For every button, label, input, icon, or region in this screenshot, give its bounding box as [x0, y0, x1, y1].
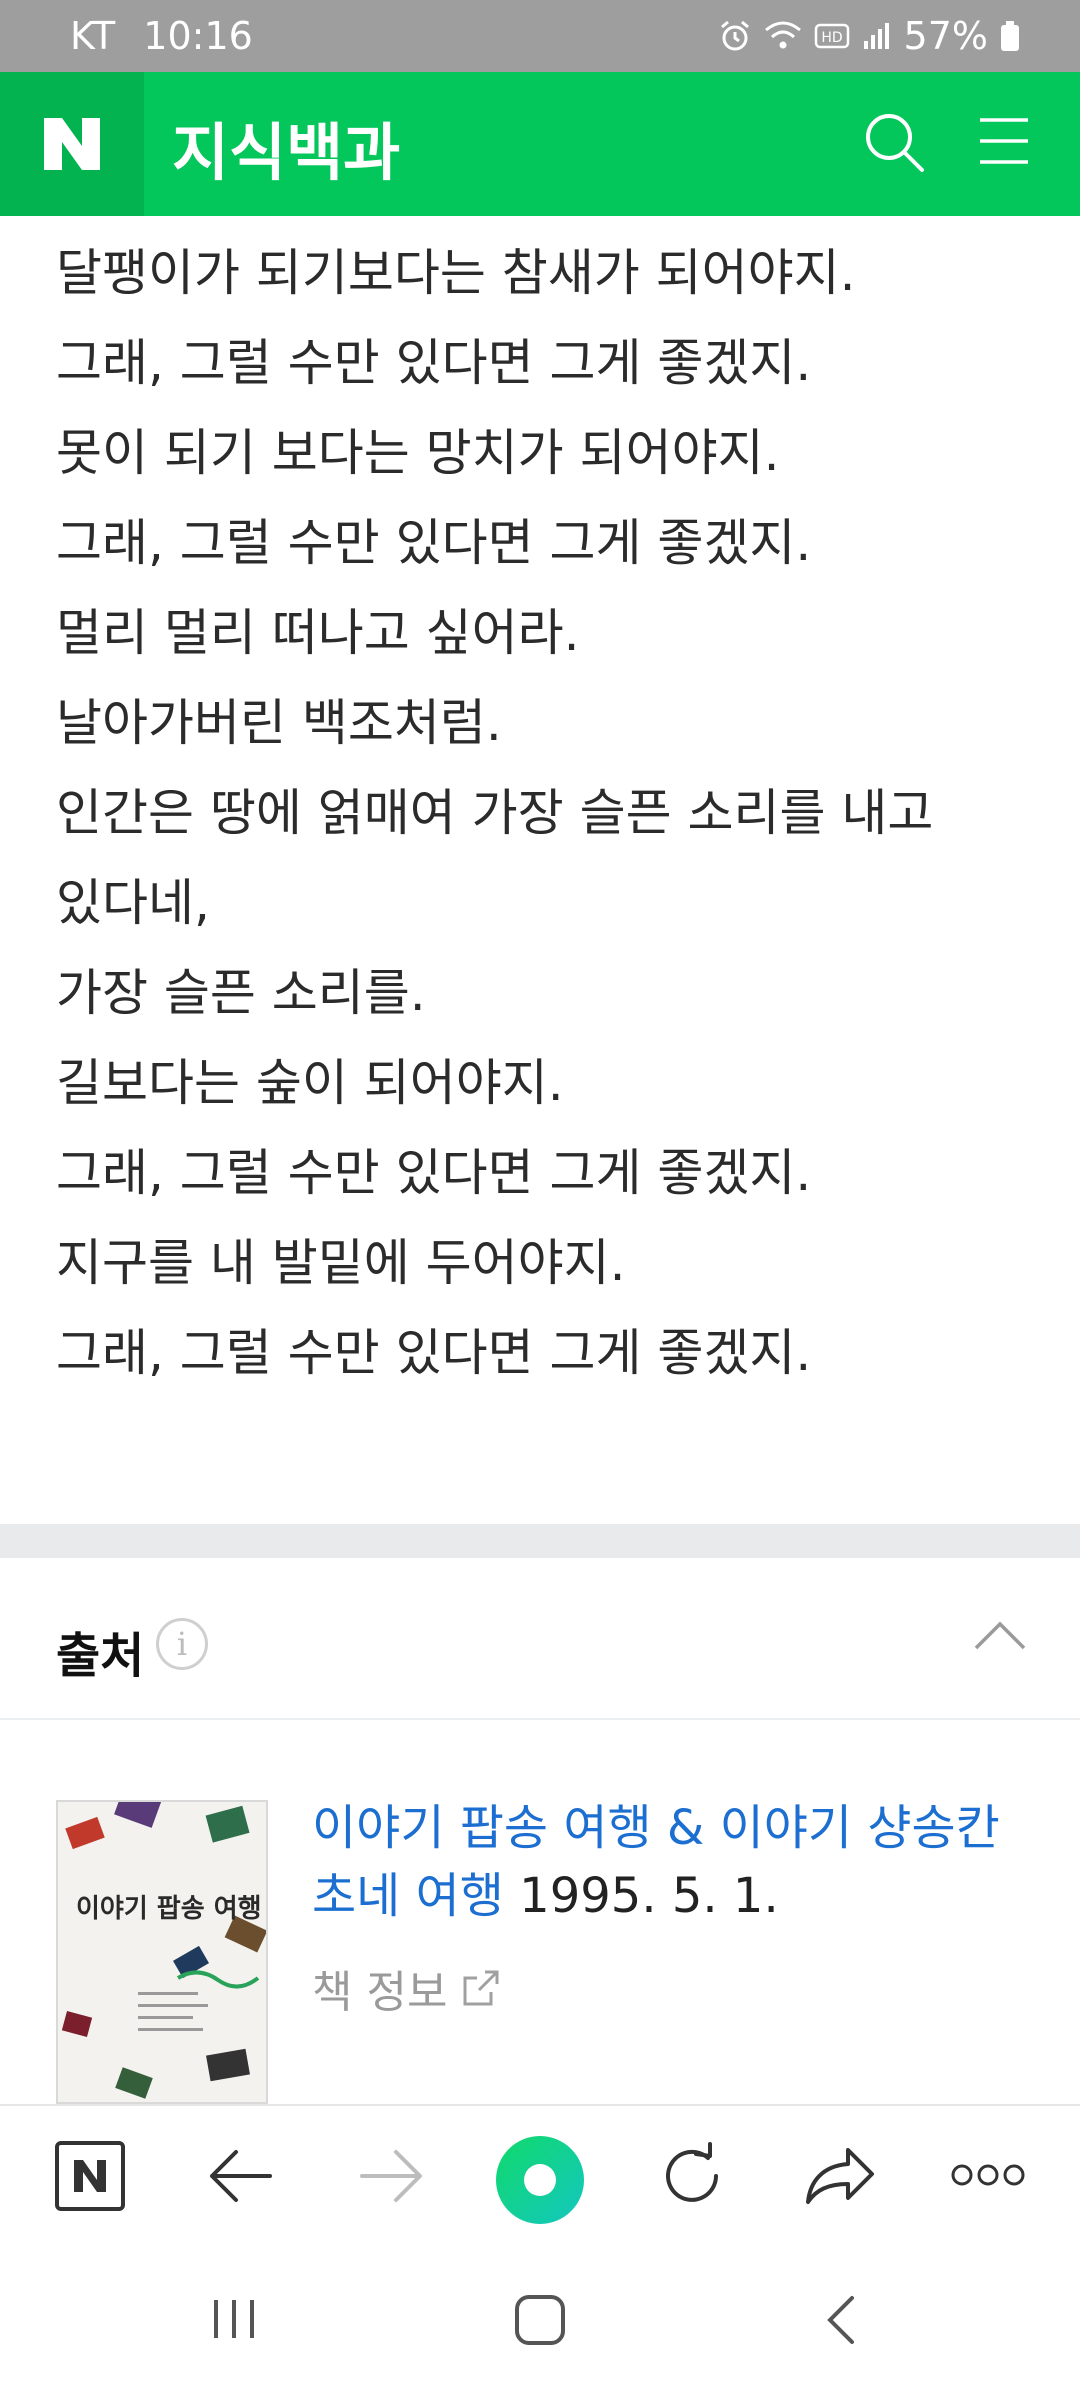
home-nav-button[interactable] [514, 2294, 566, 2350]
page-title[interactable]: 지식백과 [172, 102, 400, 192]
back-button[interactable] [206, 2140, 276, 2216]
share-icon [806, 2148, 874, 2204]
refresh-icon [666, 2142, 718, 2202]
app-header: 지식백과 [0, 72, 1080, 216]
lyrics-line: 멀리 멀리 떠나고 싶어라. [56, 604, 580, 662]
lyrics-line: 날아가버린 백조처럼. [56, 694, 502, 752]
home-square-icon [515, 2295, 565, 2345]
lyrics-line: 못이 되기 보다는 망치가 되어야지. [56, 424, 780, 482]
browser-toolbar [0, 2104, 1080, 2258]
lyrics-line: 있다네, [56, 874, 210, 932]
recents-icon [214, 2300, 254, 2338]
battery-level: 57% [903, 14, 988, 58]
lyrics-line: 달팽이가 되기보다는 참새가 되어야지. [56, 244, 856, 302]
lyrics-line: 길보다는 숲이 되어야지. [56, 1054, 564, 1112]
lyrics-line: 인간은 땅에 얽매여 가장 슬픈 소리를 내고 [56, 784, 934, 842]
external-link-icon [463, 1970, 499, 2006]
forward-button[interactable] [356, 2140, 426, 2216]
book-info-link[interactable]: 책 정보 [312, 1956, 501, 2020]
carrier: KT [70, 14, 116, 58]
source-label: 출처 [56, 1628, 145, 1684]
naver-home-icon [55, 2141, 125, 2211]
lyrics-body: 달팽이가 되기보다는 참새가 되어야지. 그래, 그럴 수만 있다면 그게 좋겠… [56, 228, 1026, 1398]
lyrics-line: 그래, 그럴 수만 있다면 그게 좋겠지. [56, 514, 812, 572]
naver-logo-icon [44, 118, 100, 170]
signal-icon [863, 23, 889, 49]
home-button[interactable] [54, 2140, 126, 2216]
naver-logo-button[interactable] [0, 72, 144, 216]
search-icon [866, 114, 924, 172]
green-dot-button[interactable] [494, 2134, 586, 2230]
lyrics-line: 그래, 그럴 수만 있다면 그게 좋겠지. [56, 1144, 812, 1202]
lyrics-line: 그래, 그럴 수만 있다면 그게 좋겠지. [56, 1324, 812, 1382]
system-nav-bar [0, 2256, 1080, 2400]
arrow-right-icon [360, 2150, 422, 2202]
share-button[interactable] [804, 2140, 876, 2216]
recents-button[interactable] [210, 2294, 258, 2348]
lyrics-line: 가장 슬픈 소리를. [56, 964, 426, 1022]
chevron-up-icon [974, 1621, 1026, 1650]
status-bar: KT 10:16 HD 57% [0, 0, 1080, 72]
back-chevron-icon [827, 2296, 854, 2344]
alarm-icon [720, 20, 749, 51]
status-left: KT 10:16 [70, 14, 253, 58]
hamburger-menu-icon [980, 118, 1028, 164]
menu-button[interactable] [978, 116, 1030, 170]
book-cover-image[interactable]: 이야기 팝송 여행 [56, 1800, 268, 2104]
green-dot-icon [496, 2136, 584, 2224]
lyrics-line: 지구를 내 발밑에 두어야지. [56, 1234, 626, 1292]
lyrics-line: 그래, 그럴 수만 있다면 그게 좋겠지. [56, 334, 812, 392]
book-info-label: 책 정보 [312, 1967, 448, 2018]
cover-art [58, 1802, 266, 2102]
collapse-button[interactable] [974, 1620, 1026, 1654]
book-date: 1995. 5. 1. [519, 1868, 779, 1924]
clock: 10:16 [143, 14, 253, 58]
info-icon[interactable]: i [156, 1618, 208, 1670]
search-button[interactable] [862, 110, 926, 178]
refresh-button[interactable] [656, 2140, 728, 2216]
section-divider [0, 1524, 1080, 1558]
wifi-icon [764, 21, 801, 49]
arrow-left-icon [210, 2150, 272, 2202]
status-right: HD 57% [718, 14, 1020, 58]
cover-title: 이야기 팝송 여행 [76, 1894, 262, 1924]
more-button[interactable] [950, 2162, 1026, 2192]
book-meta: 이야기 팝송 여행 & 이야기 샹송칸초네 여행 1995. 5. 1. [312, 1794, 1032, 1930]
battery-icon [1001, 21, 1019, 51]
source-header[interactable]: 출처 i [0, 1558, 1080, 1720]
more-dots-icon [951, 2164, 1025, 2186]
back-nav-button[interactable] [822, 2294, 858, 2350]
svg-text:HD: HD [821, 30, 842, 46]
hd-icon: HD [814, 23, 849, 49]
